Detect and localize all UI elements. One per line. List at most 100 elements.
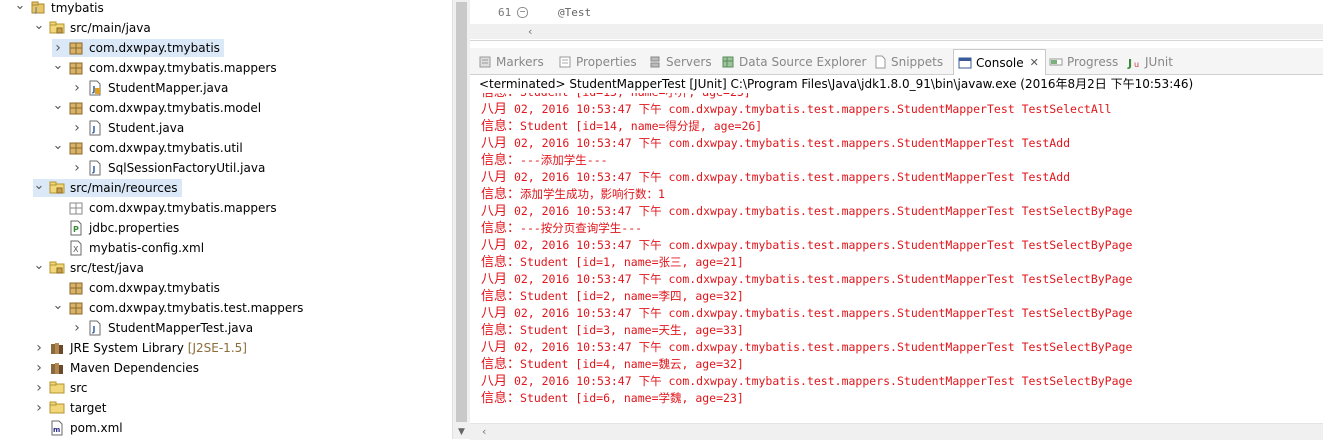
tab-progress[interactable]: Progress bbox=[1049, 51, 1118, 73]
collapsed-chevron-icon[interactable]: › bbox=[33, 359, 45, 377]
tree-item[interactable]: › J Student.java bbox=[0, 118, 452, 138]
collapsed-chevron-icon[interactable]: › bbox=[33, 399, 45, 417]
tree-item-content[interactable]: › J Student.java bbox=[71, 119, 188, 137]
editor-horizontal-scrollbar[interactable]: ‹ bbox=[470, 24, 1323, 39]
tree-item-content[interactable]: › src bbox=[33, 379, 92, 397]
tab-data-source-explorer[interactable]: Data Source Explorer bbox=[721, 51, 866, 73]
tree-item-content[interactable]: ⌄ src/main/java bbox=[33, 16, 155, 37]
collapsed-chevron-icon[interactable]: › bbox=[71, 79, 83, 97]
code-editor[interactable]: 61 − @Test ‹ bbox=[470, 0, 1323, 41]
tree-item[interactable]: Pjdbc.properties bbox=[0, 218, 452, 238]
tree-item-content[interactable]: › Maven Dependencies bbox=[33, 359, 203, 377]
tab-console[interactable]: Console ✕ bbox=[953, 49, 1046, 75]
collapsed-chevron-icon[interactable]: › bbox=[33, 339, 45, 357]
expanded-chevron-icon[interactable]: ⌄ bbox=[33, 256, 45, 274]
scroll-left-arrow-icon[interactable]: ‹ bbox=[528, 25, 532, 38]
tab-label: Markers bbox=[496, 55, 544, 69]
console-line: 信息：Student [id=14, name=得分提, age=26] bbox=[481, 118, 762, 135]
console-line: 信息：Student [id=3, name=天生, age=33] bbox=[481, 322, 744, 339]
console-horizontal-scrollbar[interactable]: ‹ bbox=[470, 423, 1323, 440]
tree-item[interactable]: ⌄ src/main/java bbox=[0, 18, 452, 38]
tab-label: Console bbox=[976, 55, 1024, 70]
tab-markers[interactable]: Markers bbox=[478, 51, 544, 73]
tree-item-content[interactable]: m pom.xml bbox=[33, 419, 127, 437]
tree-item[interactable]: ⌄ com.dxwpay.tmybatis.model bbox=[0, 98, 452, 118]
expanded-chevron-icon[interactable]: ⌄ bbox=[52, 96, 64, 114]
tree-item[interactable]: › target bbox=[0, 398, 452, 418]
scroll-left-arrow-icon[interactable]: ‹ bbox=[482, 425, 486, 438]
console-line-text: 02, 2016 10:53:47 下午 com.dxwpay.tmybatis… bbox=[507, 306, 1133, 320]
tree-item[interactable]: ⌄ com.dxwpay.tmybatis.util bbox=[0, 138, 452, 158]
collapsed-chevron-icon[interactable]: › bbox=[52, 39, 64, 57]
scrollbar-thumb[interactable] bbox=[456, 2, 467, 422]
tab-junit[interactable]: Ju JUnit bbox=[1127, 51, 1173, 73]
tree-item-content[interactable]: ⌄ com.dxwpay.tmybatis.test.mappers bbox=[52, 296, 307, 317]
expanded-chevron-icon[interactable]: ⌄ bbox=[14, 0, 26, 14]
collapsed-chevron-icon[interactable]: › bbox=[71, 159, 83, 177]
console-output[interactable]: 信息：Student [id=13, name=小乔, age=23]八月 02… bbox=[470, 93, 1323, 423]
tree-item-content[interactable]: ⌄ src/test/java bbox=[33, 256, 148, 277]
tree-item[interactable]: › JRE System Library [J2SE-1.5] bbox=[0, 338, 452, 358]
tree-item[interactable]: › src bbox=[0, 378, 452, 398]
svg-text:u: u bbox=[1134, 60, 1139, 69]
package-explorer-tree: ⌄ Jtmybatis ⌄ src/main/java › com.dxwpay.tmyb… bbox=[0, 0, 452, 439]
console-line-text: Student [id=4, name=魏云, age=32] bbox=[520, 357, 744, 371]
tree-item-content[interactable]: ⌄ com.dxwpay.tmybatis.model bbox=[52, 96, 265, 117]
tree-item[interactable]: › J StudentMapper.java bbox=[0, 78, 452, 98]
close-icon[interactable]: ✕ bbox=[1030, 56, 1039, 69]
console-line: 八月 02, 2016 10:53:47 下午 com.dxwpay.tmyba… bbox=[481, 237, 1132, 254]
expanded-chevron-icon[interactable]: ⌄ bbox=[52, 296, 64, 314]
tree-item[interactable]: ⌄ com.dxwpay.tmybatis.mappers bbox=[0, 58, 452, 78]
tree-item-content[interactable]: › com.dxwpay.tmybatis bbox=[52, 39, 224, 57]
project-icon: J bbox=[30, 0, 46, 16]
tab-snippets[interactable]: Snippets bbox=[873, 51, 943, 73]
source-folder-icon bbox=[49, 260, 65, 276]
package-explorer-scrollbar[interactable]: ▼ bbox=[452, 0, 470, 439]
tree-item-content[interactable]: ⌄ com.dxwpay.tmybatis.mappers bbox=[52, 56, 281, 77]
tree-item-content[interactable]: ⌄ src/main/reources bbox=[33, 176, 182, 197]
tree-item-label: com.dxwpay.tmybatis bbox=[89, 281, 220, 295]
tree-item-label: src bbox=[70, 381, 88, 395]
tree-item[interactable]: m pom.xml bbox=[0, 418, 452, 438]
tree-item-content[interactable]: ⌄ Jtmybatis bbox=[14, 0, 108, 17]
collapsed-chevron-icon[interactable]: › bbox=[71, 319, 83, 337]
tree-item[interactable]: ⌄ Jtmybatis bbox=[0, 0, 452, 18]
tree-item[interactable]: › com.dxwpay.tmybatis bbox=[0, 38, 452, 58]
tree-item-content[interactable]: ⌄ com.dxwpay.tmybatis.util bbox=[52, 136, 247, 157]
tree-item-content[interactable]: › target bbox=[33, 399, 111, 417]
tab-properties[interactable]: Properties bbox=[558, 51, 637, 73]
tree-item-label: Maven Dependencies bbox=[70, 361, 200, 375]
tree-item[interactable]: ⌄ com.dxwpay.tmybatis.test.mappers bbox=[0, 298, 452, 318]
tree-item[interactable]: › J StudentMapperTest.java bbox=[0, 318, 452, 338]
expanded-chevron-icon[interactable]: ⌄ bbox=[52, 56, 64, 74]
collapsed-chevron-icon[interactable]: › bbox=[33, 379, 45, 397]
tree-item-content[interactable]: › JRE System Library [J2SE-1.5] bbox=[33, 339, 251, 357]
console-line-prefix: 信息： bbox=[481, 357, 521, 372]
scroll-down-arrow-icon[interactable]: ▼ bbox=[453, 425, 470, 439]
tree-item[interactable]: com.dxwpay.tmybatis.mappers bbox=[0, 198, 452, 218]
code-line[interactable]: @Test bbox=[558, 6, 591, 19]
expanded-chevron-icon[interactable]: ⌄ bbox=[33, 16, 45, 34]
tree-item-content[interactable]: Xmybatis-config.xml bbox=[52, 239, 208, 257]
tree-item[interactable]: ⌄ src/main/reources bbox=[0, 178, 452, 198]
tree-item[interactable]: com.dxwpay.tmybatis bbox=[0, 278, 452, 298]
collapsed-chevron-icon[interactable]: › bbox=[71, 119, 83, 137]
tree-item-content[interactable]: com.dxwpay.tmybatis.mappers bbox=[52, 199, 281, 217]
tree-item-content[interactable]: Pjdbc.properties bbox=[52, 219, 183, 237]
tree-item[interactable]: › Maven Dependencies bbox=[0, 358, 452, 378]
tree-item[interactable]: Xmybatis-config.xml bbox=[0, 238, 452, 258]
empty-package-icon bbox=[68, 200, 84, 216]
expanded-chevron-icon[interactable]: ⌄ bbox=[52, 136, 64, 154]
tab-servers[interactable]: Servers bbox=[648, 51, 712, 73]
tree-item-content[interactable]: › J SqlSessionFactoryUtil.java bbox=[71, 159, 269, 177]
tree-item-content[interactable]: com.dxwpay.tmybatis bbox=[52, 279, 224, 297]
console-line-prefix: 八月 bbox=[481, 204, 508, 219]
tree-item-content[interactable]: › J StudentMapperTest.java bbox=[71, 319, 257, 337]
tree-item-content[interactable]: › J StudentMapper.java bbox=[71, 79, 232, 97]
tree-item[interactable]: ⌄ src/test/java bbox=[0, 258, 452, 278]
java-file-icon: J bbox=[87, 320, 103, 336]
tree-item[interactable]: › J SqlSessionFactoryUtil.java bbox=[0, 158, 452, 178]
package-icon bbox=[68, 100, 84, 116]
expanded-chevron-icon[interactable]: ⌄ bbox=[33, 176, 45, 194]
fold-collapse-icon[interactable]: − bbox=[517, 7, 528, 18]
